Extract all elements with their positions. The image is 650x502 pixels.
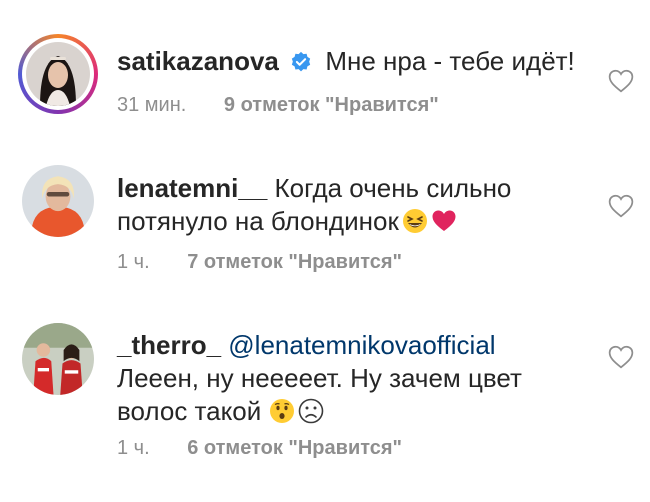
like-heart-icon[interactable] xyxy=(608,194,634,218)
comment-meta: 31 мин. 9 отметок "Нравится" xyxy=(117,94,439,117)
red-heart-emoji xyxy=(432,210,456,231)
avatar[interactable] xyxy=(26,42,90,106)
hushed-face-emoji xyxy=(270,399,295,423)
comment-likes-count[interactable]: 9 отметок "Нравится" xyxy=(224,94,439,116)
comment-username[interactable]: lenatemni__ xyxy=(117,173,267,203)
comment-body: Мне нра - тебе идёт! xyxy=(325,46,575,76)
comment-text: lenatemni__ Когда очень сильно потянуло … xyxy=(117,172,582,238)
like-heart-icon[interactable] xyxy=(608,69,634,93)
comment-meta: 1 ч. 7 отметок "Нравится" xyxy=(117,251,402,274)
avatar-story-ring[interactable] xyxy=(18,34,98,114)
comment-time[interactable]: 1 ч. xyxy=(117,437,150,459)
avatar[interactable] xyxy=(22,165,94,237)
comment-text: satikazanova Мне нра - тебе идёт! xyxy=(117,45,582,78)
comment-mention-link[interactable]: @lenatemnikovaofficial xyxy=(228,330,495,360)
verified-badge-icon xyxy=(291,51,311,72)
avatar[interactable] xyxy=(22,323,94,395)
grinning-squinting-face-emoji xyxy=(402,209,427,233)
comment-text: _therro_ @lenatemnikovaofficial Лееен, н… xyxy=(117,329,582,428)
comment-time[interactable]: 1 ч. xyxy=(117,251,150,273)
comment-likes-count[interactable]: 6 отметок "Нравится" xyxy=(187,437,402,459)
frowning-face-emoji xyxy=(298,398,324,424)
comment-meta: 1 ч. 6 отметок "Нравится" xyxy=(117,437,402,460)
like-heart-icon[interactable] xyxy=(608,345,634,369)
comment-username[interactable]: _therro_ xyxy=(117,330,221,360)
comment-likes-count[interactable]: 7 отметок "Нравится" xyxy=(187,251,402,273)
comment-time[interactable]: 31 мин. xyxy=(117,94,186,116)
comment-username[interactable]: satikazanova xyxy=(117,46,279,76)
